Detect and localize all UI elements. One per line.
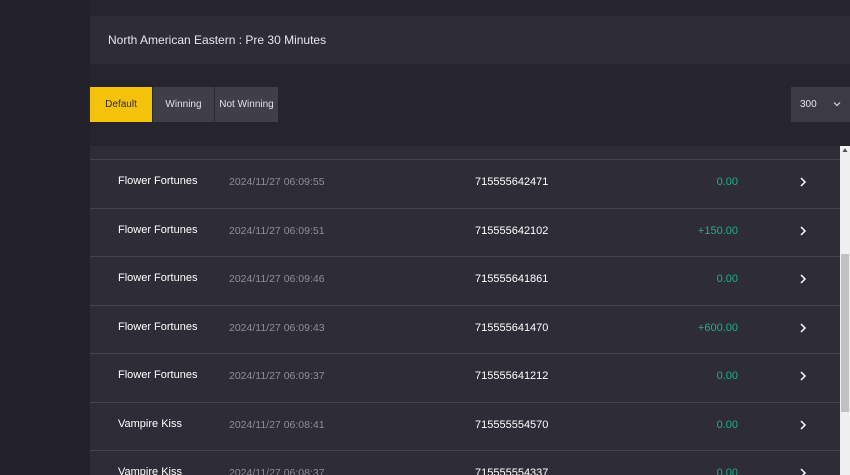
scroll-up-arrow-icon[interactable] [842, 147, 848, 153]
timezone-header: North American Eastern : Pre 30 Minutes [90, 16, 850, 64]
filter-winning-button[interactable]: Winning [153, 87, 215, 122]
game-name: Flower Fortunes [118, 321, 198, 333]
chevron-right-icon[interactable] [798, 273, 808, 285]
table-row[interactable]: Vampire Kiss 2024/11/27 06:08:41 715555554… [90, 402, 840, 450]
timezone-title: North American Eastern : Pre 30 Minutes [108, 33, 327, 47]
bet-time: 2024/11/27 06:09:37 [229, 370, 325, 382]
bet-time: 2024/11/27 06:08:37 [229, 467, 325, 475]
table-row[interactable]: Flower Fortunes 2024/11/27 06:09:43 715555… [90, 305, 840, 353]
chevron-right-icon[interactable] [798, 225, 808, 237]
ticket-number: 715555554570 [475, 419, 549, 431]
ticket-number: 715555641861 [475, 273, 549, 285]
game-name: Vampire Kiss [118, 466, 182, 475]
bet-time: 2024/11/27 06:09:43 [229, 322, 325, 334]
win-amount: +600.00 [697, 322, 738, 334]
table-row[interactable]: Flower Fortunes 2024/11/27 06:09:55 715555… [90, 159, 840, 207]
win-amount: 0.00 [716, 419, 738, 431]
table-row[interactable]: Vampire Kiss 2024/11/27 06:08:37 715555554… [90, 450, 840, 475]
game-name: Flower Fortunes [118, 369, 198, 381]
bet-history-list: Flower Fortunes 2024/11/27 06:09:55 715555… [90, 146, 840, 475]
bet-time: 2024/11/27 06:08:41 [229, 419, 325, 431]
chevron-right-icon[interactable] [798, 176, 808, 188]
page-size-select[interactable]: 300 [791, 87, 850, 122]
win-amount: +150.00 [697, 225, 738, 237]
scrollbar-thumb[interactable] [841, 254, 849, 412]
win-amount: 0.00 [716, 176, 738, 188]
bet-time: 2024/11/27 06:09:46 [229, 273, 325, 285]
filter-default-button[interactable]: Default [90, 87, 153, 122]
game-name: Flower Fortunes [118, 224, 198, 236]
chevron-right-icon[interactable] [798, 322, 808, 334]
game-name: Flower Fortunes [118, 175, 198, 187]
chevron-right-icon[interactable] [798, 419, 808, 431]
page-size-value: 300 [800, 99, 817, 110]
win-amount: 0.00 [716, 370, 738, 382]
ticket-number: 715555641470 [475, 322, 549, 334]
ticket-number: 715555554337 [475, 467, 549, 475]
filter-not-winning-button[interactable]: Not Winning [215, 87, 278, 122]
ticket-number: 715555642102 [475, 225, 549, 237]
chevron-down-icon [833, 102, 841, 107]
left-gutter [0, 0, 90, 475]
bet-time: 2024/11/27 06:09:51 [229, 225, 325, 237]
table-row[interactable]: Flower Fortunes 2024/11/27 06:09:46 715555… [90, 256, 840, 304]
filter-tabs: Default Winning Not Winning [90, 87, 278, 122]
game-name: Vampire Kiss [118, 418, 182, 430]
table-row[interactable]: Flower Fortunes 2024/11/27 06:09:37 715555… [90, 353, 840, 401]
win-amount: 0.00 [716, 273, 738, 285]
game-name: Flower Fortunes [118, 272, 198, 284]
ticket-number: 715555642471 [475, 176, 549, 188]
chevron-right-icon[interactable] [798, 370, 808, 382]
win-amount: 0.00 [716, 467, 738, 475]
bet-time: 2024/11/27 06:09:55 [229, 176, 325, 188]
ticket-number: 715555641212 [475, 370, 549, 382]
table-row[interactable]: Flower Fortunes 2024/11/27 06:09:51 715555… [90, 208, 840, 256]
chevron-right-icon[interactable] [798, 467, 808, 475]
